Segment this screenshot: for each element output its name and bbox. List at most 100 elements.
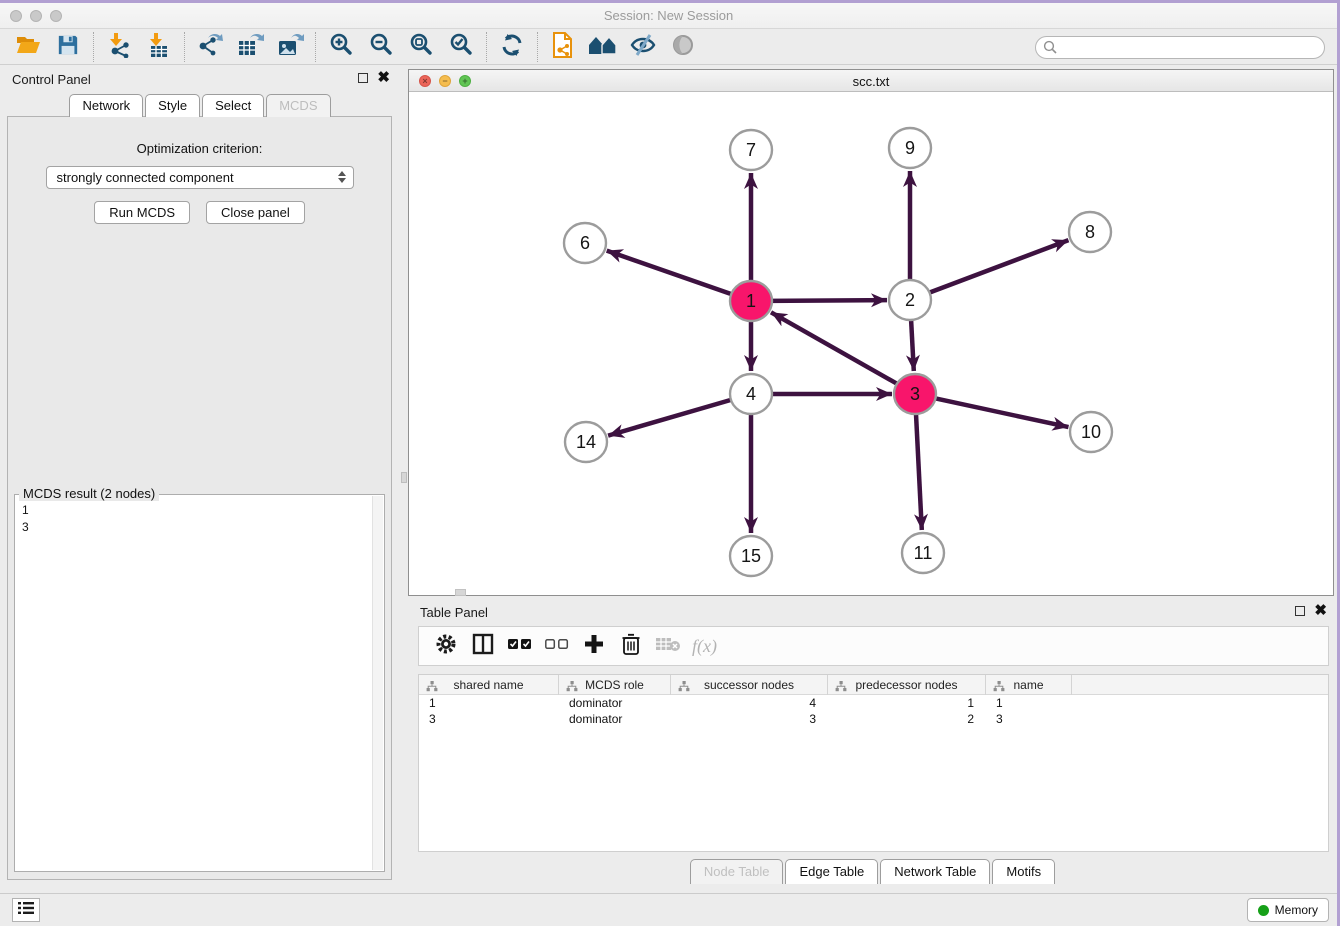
- column-header-successor-nodes[interactable]: successor nodes: [671, 675, 828, 695]
- graph-node-7[interactable]: 7: [730, 130, 772, 170]
- clone-network-button[interactable]: [543, 31, 583, 63]
- graph-edge[interactable]: [771, 300, 887, 301]
- graph-node-6[interactable]: 6: [564, 223, 606, 263]
- show-graphics-details-button[interactable]: [583, 31, 623, 63]
- window-titlebar: Session: New Session: [0, 3, 1337, 29]
- table-panel-header: Table Panel ✖: [408, 598, 1337, 626]
- graph-node-14[interactable]: 14: [565, 422, 607, 462]
- table-settings-button[interactable]: [427, 631, 464, 661]
- hide-graphics-details-button[interactable]: [623, 31, 663, 63]
- horizontal-splitter-grip[interactable]: [455, 589, 466, 596]
- window-title: Session: New Session: [0, 8, 1337, 23]
- graph-edge[interactable]: [771, 312, 898, 384]
- graph-edge[interactable]: [607, 251, 732, 295]
- tab-select[interactable]: Select: [202, 94, 264, 117]
- import-network-button[interactable]: [99, 31, 139, 63]
- main-area: Control Panel ✖ NetworkStyleSelectMCDS O…: [0, 65, 1337, 893]
- table-body: 1dominator4113dominator323: [419, 695, 1328, 727]
- open-session-button[interactable]: [8, 31, 48, 63]
- graph-node-9[interactable]: 9: [889, 128, 931, 168]
- zoom-in-icon: [329, 32, 354, 62]
- task-history-button[interactable]: [12, 898, 40, 922]
- graph-node-11[interactable]: 11: [902, 533, 944, 573]
- export-image-button[interactable]: [270, 31, 310, 63]
- float-panel-icon[interactable]: [358, 73, 368, 83]
- graph-edge[interactable]: [929, 240, 1069, 293]
- deselect-all-rows-button[interactable]: [538, 631, 575, 661]
- close-panel-button[interactable]: Close panel: [206, 201, 305, 224]
- graph-node-2[interactable]: 2: [889, 280, 931, 320]
- memory-button[interactable]: Memory: [1247, 898, 1329, 922]
- zoom-fit-button[interactable]: [401, 31, 441, 63]
- splitter-grip[interactable]: [401, 472, 407, 483]
- delete-column-button[interactable]: [612, 631, 649, 661]
- table-cell: 1: [419, 695, 559, 711]
- graph-edge[interactable]: [935, 398, 1069, 427]
- export-table-button[interactable]: [230, 31, 270, 63]
- close-panel-icon[interactable]: ✖: [377, 72, 390, 84]
- gear-icon: [435, 633, 457, 660]
- vertical-splitter[interactable]: [400, 65, 408, 893]
- save-session-button[interactable]: [48, 31, 88, 63]
- network-canvas[interactable]: 7 9 6 8 1 2 4 3 14 10 15 11: [409, 92, 1333, 595]
- graph-edge[interactable]: [608, 400, 732, 436]
- column-header-shared-name[interactable]: shared name: [419, 675, 559, 695]
- show-columns-button[interactable]: [464, 631, 501, 661]
- run-mcds-button[interactable]: Run MCDS: [94, 201, 190, 224]
- svg-text:2: 2: [905, 290, 915, 310]
- zoom-in-button[interactable]: [321, 31, 361, 63]
- criterion-select[interactable]: strongly connected component: [46, 166, 354, 189]
- graph-node-15[interactable]: 15: [730, 536, 772, 576]
- table-header-row: shared nameMCDS rolesuccessor nodes prede…: [419, 675, 1328, 695]
- import-network-icon: [106, 32, 132, 63]
- column-header-MCDS-role[interactable]: MCDS role: [559, 675, 671, 695]
- tab-node-table[interactable]: Node Table: [690, 859, 784, 884]
- column-header-predecessor-nodes[interactable]: predecessor nodes: [828, 675, 986, 695]
- zoom-out-button[interactable]: [361, 31, 401, 63]
- zoom-fit-icon: [409, 32, 434, 62]
- network-view-frame: × − + scc.txt 7 9 6 8 1 2 4 3 14 10 15 11: [408, 69, 1334, 596]
- column-header-name[interactable]: name: [986, 675, 1072, 695]
- result-scrollbar[interactable]: [372, 496, 383, 870]
- graph-edge[interactable]: [911, 320, 914, 371]
- control-panel: Control Panel ✖ NetworkStyleSelectMCDS O…: [0, 65, 400, 893]
- graph-edge[interactable]: [916, 414, 922, 530]
- memory-status-icon: [1258, 905, 1269, 916]
- network-frame-titlebar[interactable]: × − + scc.txt: [409, 70, 1333, 92]
- import-table-button[interactable]: [139, 31, 179, 63]
- float-panel-icon[interactable]: [1295, 606, 1305, 616]
- select-all-rows-button[interactable]: [501, 631, 538, 661]
- export-network-button[interactable]: [190, 31, 230, 63]
- svg-text:15: 15: [741, 546, 761, 566]
- table-row[interactable]: 3dominator323: [419, 711, 1328, 727]
- mcds-result-text[interactable]: 1 3: [15, 498, 372, 871]
- clone-network-icon: [551, 31, 575, 64]
- create-column-button[interactable]: [575, 631, 612, 661]
- save-floppy-icon: [57, 34, 79, 61]
- table-cell: 2: [828, 711, 986, 727]
- table-row[interactable]: 1dominator411: [419, 695, 1328, 711]
- hierarchy-icon: [566, 679, 578, 697]
- tab-style[interactable]: Style: [145, 94, 200, 117]
- tab-network-table[interactable]: Network Table: [880, 859, 990, 884]
- zoom-selected-button[interactable]: [441, 31, 481, 63]
- tab-motifs[interactable]: Motifs: [992, 859, 1055, 884]
- graph-node-4[interactable]: 4: [730, 374, 772, 414]
- graph-node-1[interactable]: 1: [730, 281, 772, 321]
- graph-node-3[interactable]: 3: [894, 374, 936, 414]
- open-folder-icon: [15, 34, 41, 61]
- close-panel-icon[interactable]: ✖: [1314, 605, 1327, 617]
- fx-icon: f(x): [692, 636, 717, 657]
- tab-mcds[interactable]: MCDS: [266, 94, 330, 117]
- tab-edge-table[interactable]: Edge Table: [785, 859, 878, 884]
- column-label: predecessor nodes: [855, 678, 957, 692]
- search-input[interactable]: [1035, 36, 1325, 59]
- tab-network[interactable]: Network: [69, 94, 143, 117]
- list-icon: [18, 901, 34, 920]
- graph-node-8[interactable]: 8: [1069, 212, 1111, 252]
- graph-node-10[interactable]: 10: [1070, 412, 1112, 452]
- select-stepper-icon: [338, 171, 346, 183]
- apply-layout-button[interactable]: [492, 31, 532, 63]
- memory-label: Memory: [1275, 903, 1318, 917]
- network-navigator-button[interactable]: [663, 31, 703, 63]
